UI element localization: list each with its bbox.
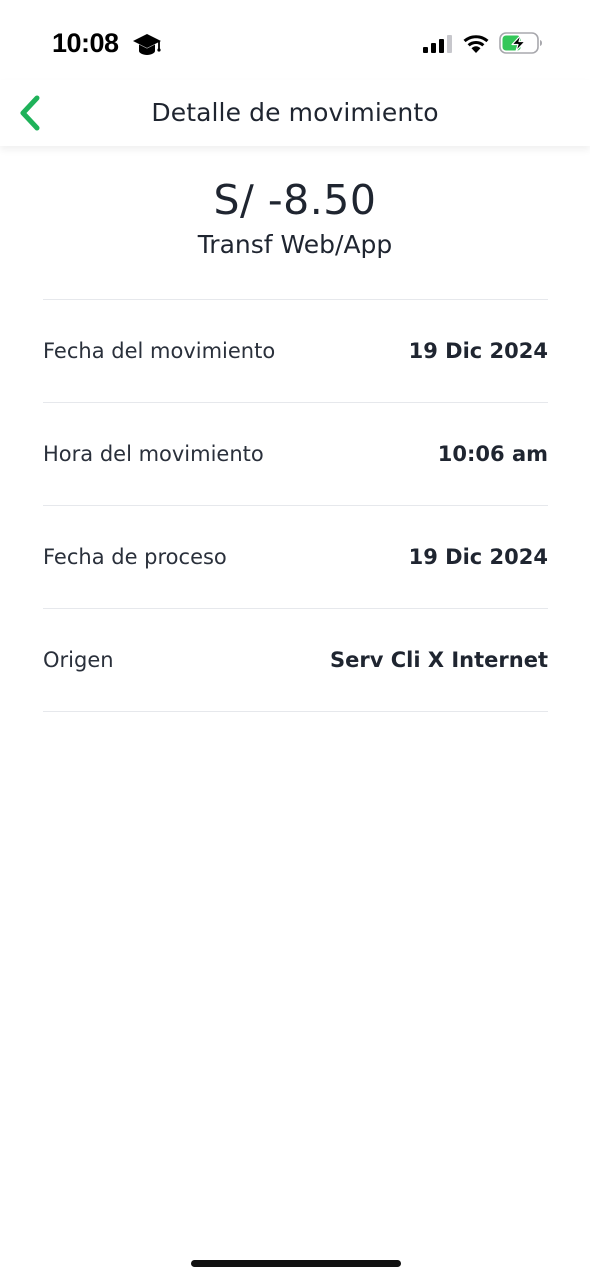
status-time: 10:08: [52, 28, 119, 58]
detail-label: Fecha del movimiento: [43, 339, 276, 363]
detail-row-hora-movimiento: Hora del movimiento 10:06 am: [43, 403, 548, 506]
detail-row-origen: Origen Serv Cli X Internet: [43, 609, 548, 712]
transaction-description: Transf Web/App: [197, 230, 393, 259]
detail-value: 19 Dic 2024: [408, 545, 548, 569]
detail-label: Hora del movimiento: [43, 442, 264, 466]
detail-label: Origen: [43, 648, 114, 672]
page-title: Detalle de movimiento: [151, 98, 439, 127]
home-indicator[interactable]: [191, 1260, 401, 1267]
detail-value: Serv Cli X Internet: [330, 648, 548, 672]
wifi-icon: [463, 35, 489, 53]
detail-label: Fecha de proceso: [43, 545, 227, 569]
graduation-cap-icon: [133, 34, 161, 55]
status-bar: 10:08: [0, 0, 590, 80]
app-header: Detalle de movimiento: [0, 80, 590, 146]
cellular-signal-icon: [423, 35, 452, 53]
detail-value: 19 Dic 2024: [408, 339, 548, 363]
detail-value: 10:06 am: [437, 442, 548, 466]
detail-row-fecha-movimiento: Fecha del movimiento 19 Dic 2024: [43, 300, 548, 403]
detail-row-fecha-proceso: Fecha de proceso 19 Dic 2024: [43, 506, 548, 609]
detail-list: Fecha del movimiento 19 Dic 2024 Hora de…: [43, 299, 548, 712]
transaction-amount: S/ -8.50: [213, 176, 377, 224]
battery-charging-icon: [499, 32, 542, 54]
